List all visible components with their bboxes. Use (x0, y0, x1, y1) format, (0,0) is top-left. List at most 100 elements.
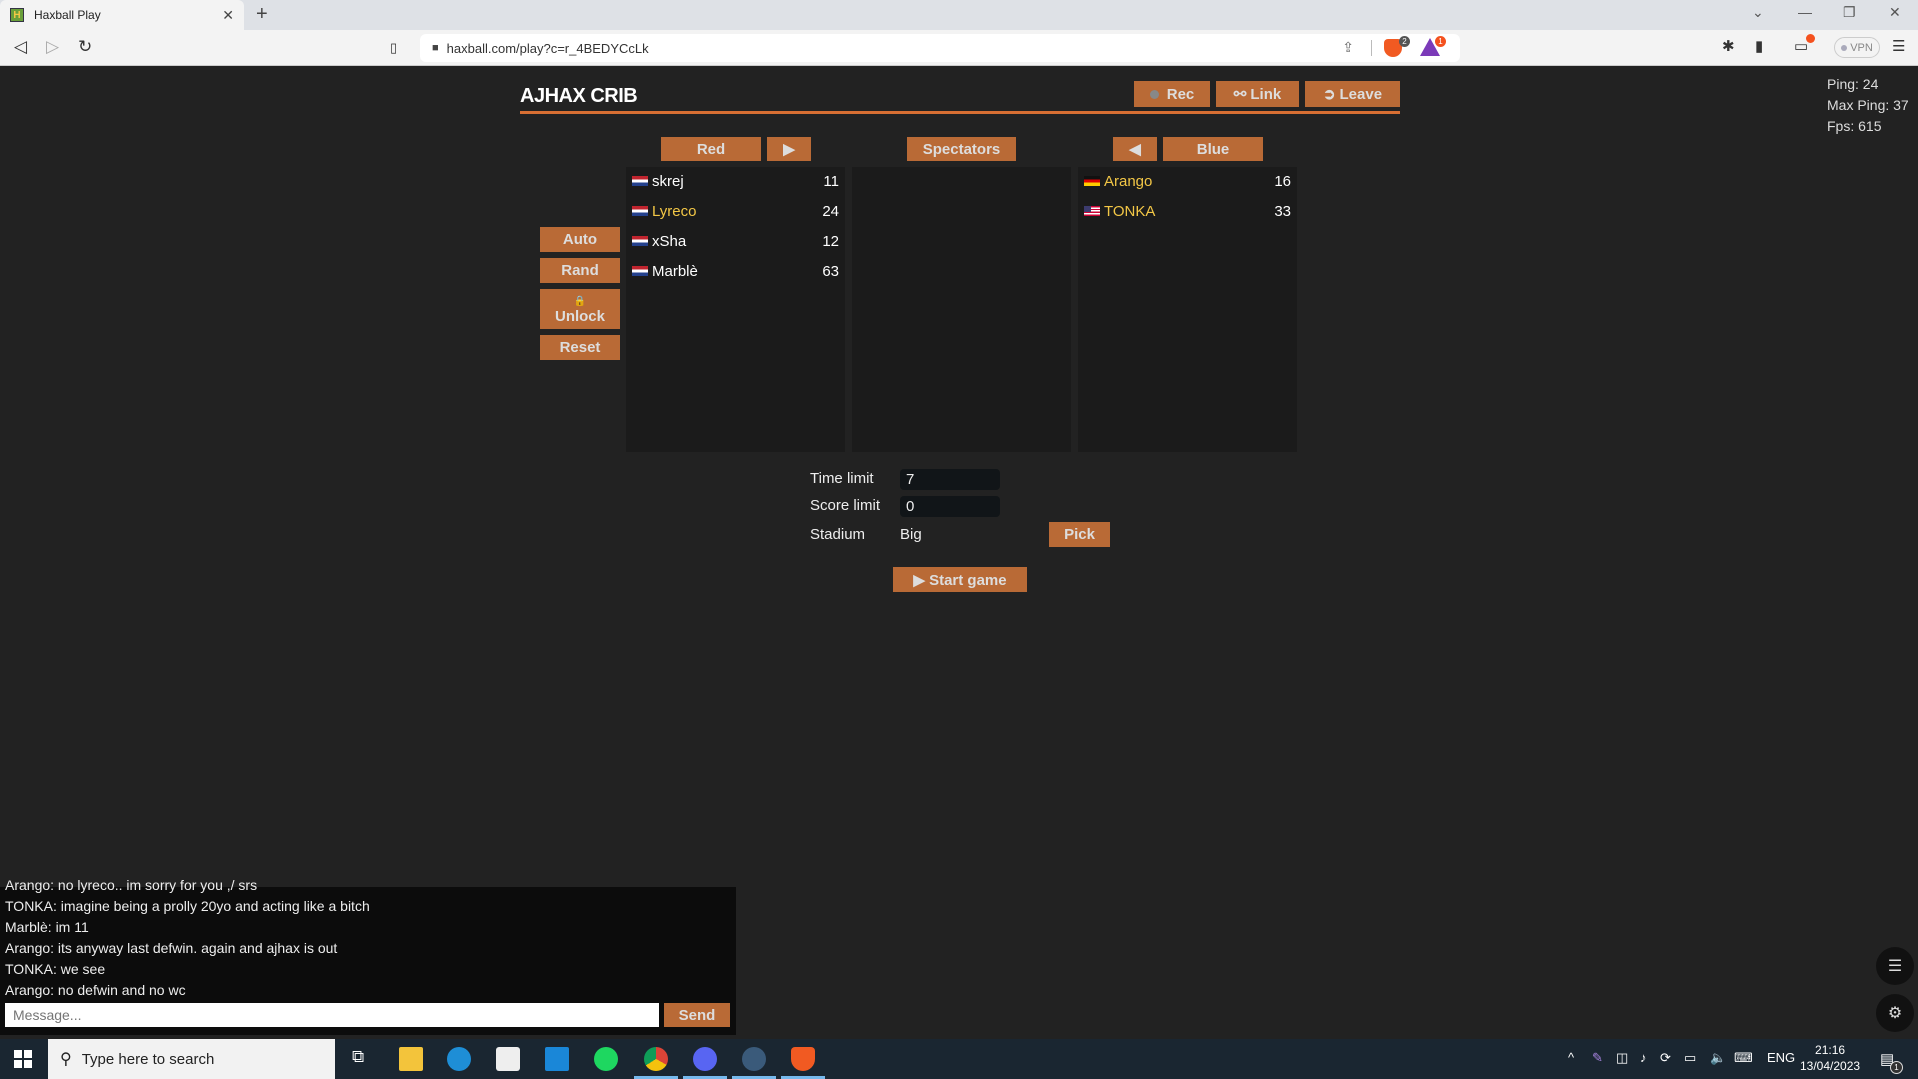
player-row[interactable]: Arango 16 (1084, 170, 1291, 192)
extensions-icon[interactable]: ✱ (1722, 37, 1735, 55)
sync-icon[interactable]: ⟳ (1660, 1050, 1671, 1066)
language-indicator[interactable]: ENG (1767, 1050, 1795, 1065)
record-icon (1149, 89, 1159, 99)
feather-app-icon[interactable]: ✎ (1592, 1050, 1603, 1066)
windows-start-icon[interactable] (14, 1050, 32, 1068)
keyboard-icon[interactable]: ⌨ (1734, 1050, 1753, 1066)
red-team-list[interactable]: skrej 11 Lyreco 24 xSha 12 Marblè 63 (626, 167, 845, 452)
title-underline (520, 111, 1400, 114)
show-hidden-icons[interactable]: ^ (1568, 1050, 1574, 1065)
time-limit-select[interactable]: 7 (900, 469, 1000, 490)
player-name: skrej (652, 172, 684, 190)
volume-icon[interactable]: 🔈 (1710, 1050, 1726, 1066)
rec-button[interactable]: Rec (1134, 81, 1210, 107)
reload-button[interactable]: ↻ (78, 37, 92, 57)
tab-title: Haxball Play (34, 8, 101, 22)
url-text[interactable]: haxball.com/play?c=r_4BEDYCcLk (447, 41, 649, 56)
player-row[interactable]: skrej 11 (632, 170, 839, 192)
sidebar-icon[interactable]: ▮ (1755, 37, 1763, 55)
new-tab-button[interactable]: + (256, 3, 268, 26)
browser-menu-icon[interactable]: ☰ (1892, 37, 1905, 55)
window-close-button[interactable]: ✕ (1889, 4, 1901, 21)
player-ping: 24 (822, 202, 839, 220)
player-row[interactable]: Marblè 63 (632, 260, 839, 282)
reset-button[interactable]: Reset (540, 335, 620, 360)
player-name: Lyreco (652, 202, 697, 220)
menu-fab-icon[interactable]: ☰ (1876, 947, 1914, 985)
task-view-icon[interactable]: ⧉ (352, 1047, 364, 1067)
join-blue-button[interactable]: Blue (1163, 137, 1263, 161)
player-row[interactable]: xSha 12 (632, 230, 839, 252)
flag-nl-icon (632, 266, 648, 276)
join-spectators-button[interactable]: Spectators (907, 137, 1016, 161)
divider (1371, 40, 1372, 56)
flag-nl-icon (632, 236, 648, 246)
file-explorer-icon[interactable] (399, 1047, 423, 1071)
chat-message-input[interactable] (5, 1003, 659, 1027)
fps-readout: Fps: 615 (1827, 118, 1882, 134)
address-bar[interactable]: ■ haxball.com/play?c=r_4BEDYCcLk ⇪ 2 1 (420, 34, 1460, 62)
discord-icon[interactable] (693, 1047, 717, 1071)
leave-button[interactable]: ➲ Leave (1305, 81, 1400, 107)
player-ping: 16 (1274, 172, 1291, 190)
player-name: Arango (1104, 172, 1153, 190)
browser-toolbar: ◁ ▷ ↻ ▯ ■ haxball.com/play?c=r_4BEDYCcLk… (0, 30, 1918, 66)
minimize-button[interactable]: — (1798, 4, 1812, 20)
store-icon[interactable] (496, 1047, 520, 1071)
chat-message: Arango: no lyreco.. im sorry for you ,/ … (5, 877, 258, 893)
taskbar-search[interactable]: ⚲ Type here to search (48, 1039, 335, 1079)
move-to-red-arrow-icon[interactable]: ▶ (767, 137, 811, 161)
max-ping-readout: Max Ping: 37 (1827, 97, 1909, 113)
restore-button[interactable]: ❐ (1843, 4, 1856, 21)
link-label: Link (1250, 85, 1282, 103)
chat-panel: Arango: no lyreco.. im sorry for you ,/ … (0, 877, 736, 1035)
clock-date: 13/04/2023 (1800, 1059, 1861, 1073)
settings-fab-icon[interactable]: ⚙ (1876, 994, 1914, 1032)
tabs-dropdown-icon[interactable]: ⌄ (1752, 4, 1764, 21)
chat-message: TONKA: we see (5, 961, 106, 977)
move-to-blue-arrow-icon[interactable]: ◀ (1113, 137, 1157, 161)
flag-nl-icon (632, 206, 648, 216)
browser-tab[interactable]: H Haxball Play ✕ (0, 0, 244, 30)
join-red-button[interactable]: Red (661, 137, 761, 161)
haxball-favicon-icon: H (10, 8, 24, 22)
share-icon[interactable]: ⇪ (1342, 39, 1354, 56)
back-button[interactable]: ◁ (14, 37, 27, 57)
flag-us-icon (1084, 206, 1100, 216)
unlock-button[interactable]: 🔒 Unlock (540, 289, 620, 329)
player-name: TONKA (1104, 202, 1156, 220)
link-button[interactable]: ⚯ Link (1216, 81, 1299, 107)
bookmark-icon[interactable]: ▯ (390, 40, 397, 56)
forward-button[interactable]: ▷ (46, 37, 59, 57)
chat-message: TONKA: imagine being a prolly 20yo and a… (5, 898, 370, 914)
spotify-icon[interactable] (594, 1047, 618, 1071)
send-button[interactable]: Send (664, 1003, 730, 1027)
player-row[interactable]: TONKA 33 (1084, 200, 1291, 222)
app-circle-icon[interactable] (742, 1047, 766, 1071)
start-game-button[interactable]: ▶ Start game (893, 567, 1027, 592)
camera-icon[interactable]: ◫ (1616, 1050, 1628, 1066)
rand-button[interactable]: Rand (540, 258, 620, 283)
notification-count-badge: 1 (1890, 1061, 1903, 1074)
mail-icon[interactable] (545, 1047, 569, 1071)
leave-icon: ➲ (1322, 86, 1336, 103)
clock[interactable]: 21:16 13/04/2023 (1800, 1042, 1860, 1074)
player-ping: 33 (1274, 202, 1291, 220)
windows-taskbar: ⚲ Type here to search ⧉ ^ ✎ ◫ ♪ ⟳ ▭ 🔈 ⌨ … (0, 1039, 1918, 1079)
blue-team-list[interactable]: Arango 16 TONKA 33 (1078, 167, 1297, 452)
score-limit-label: Score limit (810, 497, 881, 514)
chrome-icon[interactable] (644, 1047, 668, 1071)
network-icon[interactable]: ▭ (1684, 1050, 1696, 1066)
score-limit-select[interactable]: 0 (900, 496, 1000, 517)
microphone-icon[interactable]: ♪ (1640, 1050, 1647, 1065)
tab-close-icon[interactable]: ✕ (222, 7, 234, 24)
edge-icon[interactable] (447, 1047, 471, 1071)
pick-stadium-button[interactable]: Pick (1049, 522, 1110, 547)
auto-button[interactable]: Auto (540, 227, 620, 252)
chat-log: Arango: no lyreco.. im sorry for you ,/ … (5, 875, 370, 1001)
brave-icon[interactable] (791, 1047, 815, 1071)
stadium-label: Stadium (810, 526, 866, 543)
spectators-list[interactable] (852, 167, 1071, 452)
player-row[interactable]: Lyreco 24 (632, 200, 839, 222)
vpn-button[interactable]: VPN (1834, 37, 1880, 58)
